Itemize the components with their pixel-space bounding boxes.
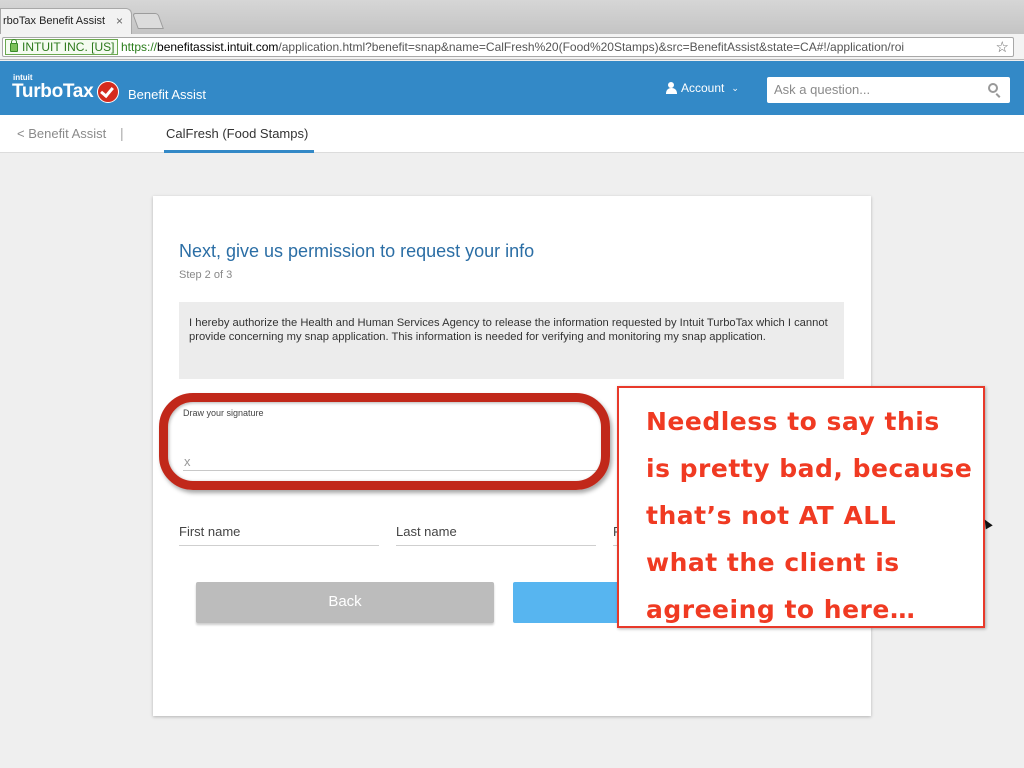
- turbotax-check-icon: [97, 81, 119, 103]
- tab-calfresh[interactable]: CalFresh (Food Stamps): [164, 126, 314, 153]
- turbotax-logo-text[interactable]: TurboTax: [12, 81, 94, 103]
- browser-tab-title: rboTax Benefit Assist: [3, 15, 106, 27]
- new-tab-button[interactable]: [132, 13, 164, 29]
- step-indicator: Step 2 of 3: [179, 269, 233, 281]
- bookmark-star-icon[interactable]: ☆: [996, 38, 1009, 56]
- account-menu[interactable]: Account ⌄: [666, 81, 739, 95]
- nav-separator: |: [120, 125, 124, 141]
- red-highlight-ring: [159, 393, 610, 490]
- person-icon: [666, 82, 677, 94]
- url-host: benefitassist.intuit.com: [157, 40, 279, 54]
- url-text[interactable]: https://benefitassist.intuit.com/applica…: [121, 40, 904, 54]
- sub-navigation: < Benefit Assist | CalFresh (Food Stamps…: [0, 115, 1024, 153]
- annotation-callout: Needless to say this is pretty bad, beca…: [617, 386, 985, 628]
- back-to-benefit-assist-link[interactable]: < Benefit Assist: [17, 126, 106, 141]
- ev-certificate-badge[interactable]: INTUIT INC. [US]: [5, 39, 119, 55]
- app-header: intuit TurboTax Benefit Assist Account ⌄: [0, 61, 1024, 115]
- back-button[interactable]: Back: [196, 582, 494, 623]
- authorization-text: I hereby authorize the Health and Human …: [179, 302, 844, 379]
- tab-close-icon[interactable]: ×: [116, 14, 123, 28]
- account-label: Account: [681, 81, 725, 95]
- page-title: Next, give us permission to request your…: [179, 241, 535, 261]
- callout-text: Needless to say this is pretty bad, beca…: [646, 407, 973, 624]
- ev-certificate-label: INTUIT INC. [US]: [22, 40, 115, 54]
- first-name-field[interactable]: First name: [179, 522, 379, 546]
- url-field[interactable]: INTUIT INC. [US] https://benefitassist.i…: [2, 37, 1014, 57]
- search-input[interactable]: [767, 77, 977, 101]
- search-icon[interactable]: [988, 83, 998, 93]
- url-scheme: https://: [121, 40, 158, 54]
- last-name-field[interactable]: Last name: [396, 522, 596, 546]
- chevron-down-icon: ⌄: [731, 82, 739, 93]
- lock-icon: [10, 39, 18, 52]
- url-path: /application.html?benefit=snap&name=CalF…: [278, 40, 905, 54]
- browser-address-bar: INTUIT INC. [US] https://benefitassist.i…: [0, 34, 1024, 60]
- browser-tabbar: rboTax Benefit Assist ×: [0, 0, 1024, 34]
- product-name: Benefit Assist: [128, 87, 207, 102]
- browser-tab[interactable]: rboTax Benefit Assist ×: [0, 8, 132, 34]
- search-box: [767, 77, 1010, 103]
